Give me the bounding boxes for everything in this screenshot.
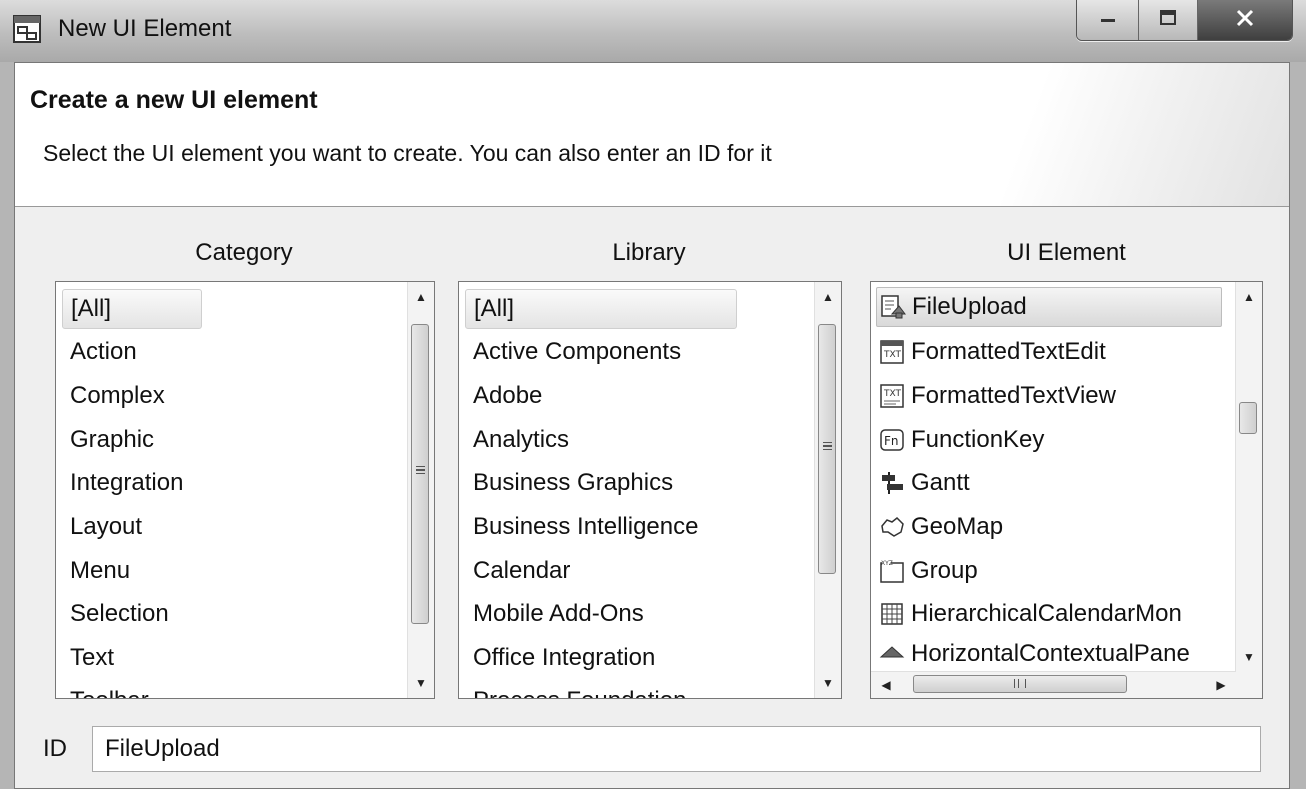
svg-text:XYZ: XYZ (881, 560, 893, 567)
library-scrollbar[interactable]: ▲ ▼ (814, 282, 841, 698)
ui-element-item-fileupload[interactable]: FileUpload (876, 287, 1222, 327)
category-item[interactable]: Menu (70, 551, 130, 591)
window-frame-left (0, 62, 14, 789)
scroll-down-icon[interactable]: ▼ (815, 670, 841, 696)
scroll-right-icon[interactable]: ▶ (1208, 672, 1234, 698)
minimize-icon (1098, 11, 1118, 29)
ui-element-item[interactable]: TXT FormattedTextView (879, 376, 1116, 416)
scroll-thumb[interactable] (411, 324, 429, 624)
ui-element-item[interactable]: Gantt (879, 463, 970, 503)
library-item[interactable]: Active Components (473, 332, 681, 372)
category-scrollbar[interactable]: ▲ ▼ (407, 282, 434, 698)
ui-element-item[interactable]: Fn FunctionKey (879, 420, 1044, 460)
id-input[interactable] (92, 726, 1261, 772)
category-label: Category (195, 239, 293, 266)
category-item[interactable]: Action (70, 332, 137, 372)
geomap-icon (879, 514, 905, 540)
wizard-header: Create a new UI element Select the UI el… (15, 63, 1289, 207)
id-label: ID (43, 735, 67, 762)
scroll-left-icon[interactable]: ◀ (873, 672, 899, 698)
library-item[interactable]: Analytics (473, 420, 569, 460)
ui-element-item[interactable]: HorizontalContextualPane (879, 634, 1190, 664)
library-item[interactable]: Process Foundation (473, 681, 686, 698)
category-item[interactable]: Text (70, 638, 114, 678)
library-list[interactable]: [All] Active Components Adobe Analytics … (458, 281, 842, 699)
category-item[interactable]: Toolbar (70, 681, 149, 698)
scroll-up-icon[interactable]: ▲ (408, 284, 434, 310)
hscroll-thumb[interactable] (913, 675, 1127, 693)
library-item[interactable]: Mobile Add-Ons (473, 594, 644, 634)
library-item[interactable]: Business Intelligence (473, 507, 698, 547)
ui-element-list[interactable]: FileUpload TXT FormattedTextEdit TXT For… (870, 281, 1263, 699)
category-item[interactable]: Integration (70, 463, 183, 503)
ui-element-item[interactable]: TXT FormattedTextEdit (879, 332, 1106, 372)
file-upload-icon (880, 294, 906, 320)
ui-element-item[interactable]: HierarchicalCalendarMon (879, 594, 1182, 634)
ui-element-hscrollbar[interactable]: ◀ ▶ (871, 671, 1236, 698)
scroll-thumb[interactable] (818, 324, 836, 574)
ui-element-scrollbar[interactable]: ▲ ▼ (1235, 282, 1262, 672)
category-item[interactable]: Complex (70, 376, 165, 416)
formatted-text-view-icon: TXT (879, 383, 905, 409)
maximize-button[interactable] (1139, 0, 1198, 40)
formatted-text-edit-icon: TXT (879, 339, 905, 365)
group-icon: XYZ (879, 558, 905, 584)
dialog-client: Create a new UI element Select the UI el… (14, 62, 1290, 789)
function-key-icon: Fn (879, 427, 905, 453)
ui-element-icon (12, 14, 42, 44)
ui-element-item[interactable]: GeoMap (879, 507, 1003, 547)
library-item[interactable]: Business Graphics (473, 463, 673, 503)
gantt-icon (879, 470, 905, 496)
ui-element-label: UI Element (1007, 239, 1126, 266)
svg-text:TXT: TXT (883, 389, 902, 399)
ui-element-item[interactable]: XYZ Group (879, 551, 978, 591)
scroll-up-icon[interactable]: ▲ (1236, 284, 1262, 310)
calendar-icon (879, 601, 905, 627)
window-frame-right (1290, 62, 1306, 789)
category-item[interactable]: Layout (70, 507, 142, 547)
page-title: Create a new UI element (30, 86, 318, 114)
library-label: Library (612, 239, 686, 266)
scroll-down-icon[interactable]: ▼ (1236, 644, 1262, 670)
scroll-thumb[interactable] (1239, 402, 1257, 434)
svg-text:Fn: Fn (884, 434, 899, 448)
category-item[interactable]: Selection (70, 594, 169, 634)
library-item[interactable]: Office Integration (473, 638, 655, 678)
library-item[interactable]: Adobe (473, 376, 542, 416)
category-item-all[interactable]: [All] (62, 289, 202, 329)
svg-text:TXT: TXT (883, 350, 902, 360)
scroll-down-icon[interactable]: ▼ (408, 670, 434, 696)
minimize-button[interactable] (1077, 0, 1140, 40)
scroll-up-icon[interactable]: ▲ (815, 284, 841, 310)
window-title: New UI Element (58, 15, 232, 42)
maximize-icon (1158, 9, 1178, 32)
contextual-panel-icon (879, 641, 905, 664)
category-item[interactable]: Graphic (70, 420, 154, 460)
close-button[interactable] (1197, 0, 1292, 40)
close-icon (1234, 8, 1256, 33)
library-item[interactable]: Calendar (473, 551, 570, 591)
library-item-all[interactable]: [All] (465, 289, 737, 329)
title-bar: New UI Element (0, 0, 1306, 62)
page-description: Select the UI element you want to create… (43, 140, 772, 166)
window-controls (1076, 0, 1293, 41)
category-list[interactable]: [All] Action Complex Graphic Integration… (55, 281, 435, 699)
